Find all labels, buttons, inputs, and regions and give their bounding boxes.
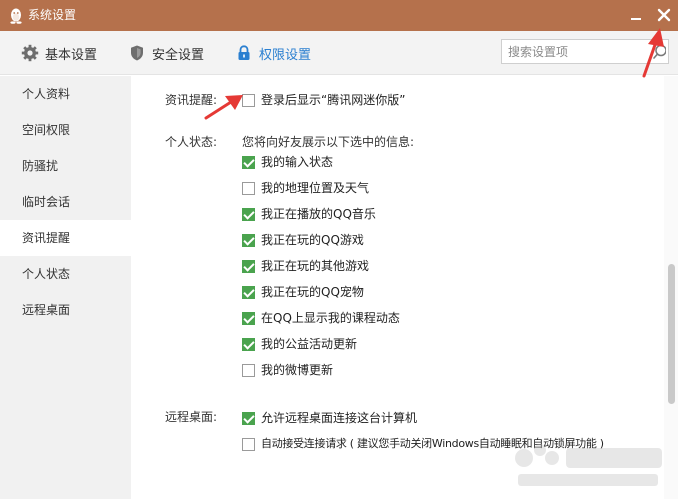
option-label: 我的公益活动更新 [261,337,358,351]
status-option-location-weather[interactable]: 我的地理位置及天气 [242,180,369,196]
status-option-other-games[interactable]: 我正在玩的其他游戏 [242,258,369,274]
checkbox[interactable] [242,181,255,195]
tab-label: 基本设置 [45,47,98,63]
status-option-course-activity[interactable]: 在QQ上显示我的课程动态 [242,310,400,326]
checkbox[interactable] [242,233,255,247]
lock-icon [238,45,250,60]
option-label: 登录后显示“腾讯网迷你版” [261,93,406,107]
option-label: 我正在播放的QQ音乐 [261,207,376,221]
status-option-qq-games[interactable]: 我正在玩的QQ游戏 [242,232,364,248]
window-title: 系统设置 [28,8,77,22]
annotation-arrow [204,95,243,120]
section-label-status: 个人状态: [165,135,218,149]
gear-icon [21,44,39,62]
tab-basic-settings[interactable]: 基本设置 [21,31,97,75]
shield-icon [131,45,143,61]
close-icon [657,8,671,22]
scrollbar-thumb[interactable] [668,264,675,404]
option-label: 我正在玩的QQ宠物 [261,285,364,299]
checkbox[interactable] [242,155,255,169]
qq-penguin-icon [10,8,22,24]
minimize-icon [631,18,641,20]
status-option-qq-pet[interactable]: 我正在玩的QQ宠物 [242,284,364,300]
checkbox[interactable] [242,311,255,325]
option-label: 我正在玩的QQ游戏 [261,233,364,247]
option-label: 我正在玩的其他游戏 [261,259,370,273]
sidebar-item-temp-session[interactable]: 临时会话 [0,184,131,220]
sidebar-item-personal-status[interactable]: 个人状态 [0,256,131,292]
sidebar-item-remote-desktop[interactable]: 远程桌面 [0,292,131,328]
option-label: 在QQ上显示我的课程动态 [261,311,400,325]
tab-permission-settings[interactable]: 权限设置 [235,31,311,75]
checkbox[interactable] [242,207,255,221]
status-option-charity[interactable]: 我的公益活动更新 [242,336,357,352]
sidebar-item-space-permission[interactable]: 空间权限 [0,112,131,148]
settings-toolbar: 基本设置 安全设置 权限设置 [0,31,678,75]
checkbox[interactable] [242,285,255,299]
search-input[interactable] [508,43,638,60]
tab-security-settings[interactable]: 安全设置 [128,31,204,75]
section-label-remote: 远程桌面: [165,410,218,424]
annotation-arrow [642,28,664,78]
status-option-typing[interactable]: 我的输入状态 [242,154,333,170]
checkbox[interactable] [242,363,255,377]
status-option-weibo[interactable]: 我的微博更新 [242,362,333,378]
settings-sidebar: 个人资料 空间权限 防骚扰 临时会话 资讯提醒 个人状态 远程桌面 [0,76,131,499]
checkbox[interactable] [242,337,255,351]
title-bar: 系统设置 [0,0,678,31]
option-label: 我的输入状态 [261,155,334,169]
status-intro-text: 您将向好友展示以下选中的信息: [242,135,415,149]
minimize-button[interactable] [629,9,643,23]
sidebar-item-anti-harassment[interactable]: 防骚扰 [0,148,131,184]
option-label: 我的地理位置及天气 [261,181,370,195]
option-label: 允许远程桌面连接这台计算机 [261,411,418,425]
tab-label: 安全设置 [152,47,205,63]
remote-allow-option[interactable]: 允许远程桌面连接这台计算机 [242,410,417,426]
news-mini-option[interactable]: 登录后显示“腾讯网迷你版” [242,92,405,108]
tab-label: 权限设置 [259,47,312,63]
sidebar-item-news-reminder[interactable]: 资讯提醒 [0,220,131,256]
checkbox[interactable] [242,437,255,451]
option-label: 我的微博更新 [261,363,334,377]
watermark-logo [515,444,662,486]
sidebar-item-profile[interactable]: 个人资料 [0,76,131,112]
checkbox[interactable] [242,259,255,273]
status-option-qq-music[interactable]: 我正在播放的QQ音乐 [242,206,376,222]
checkbox[interactable] [242,411,255,425]
close-button[interactable] [656,7,672,23]
